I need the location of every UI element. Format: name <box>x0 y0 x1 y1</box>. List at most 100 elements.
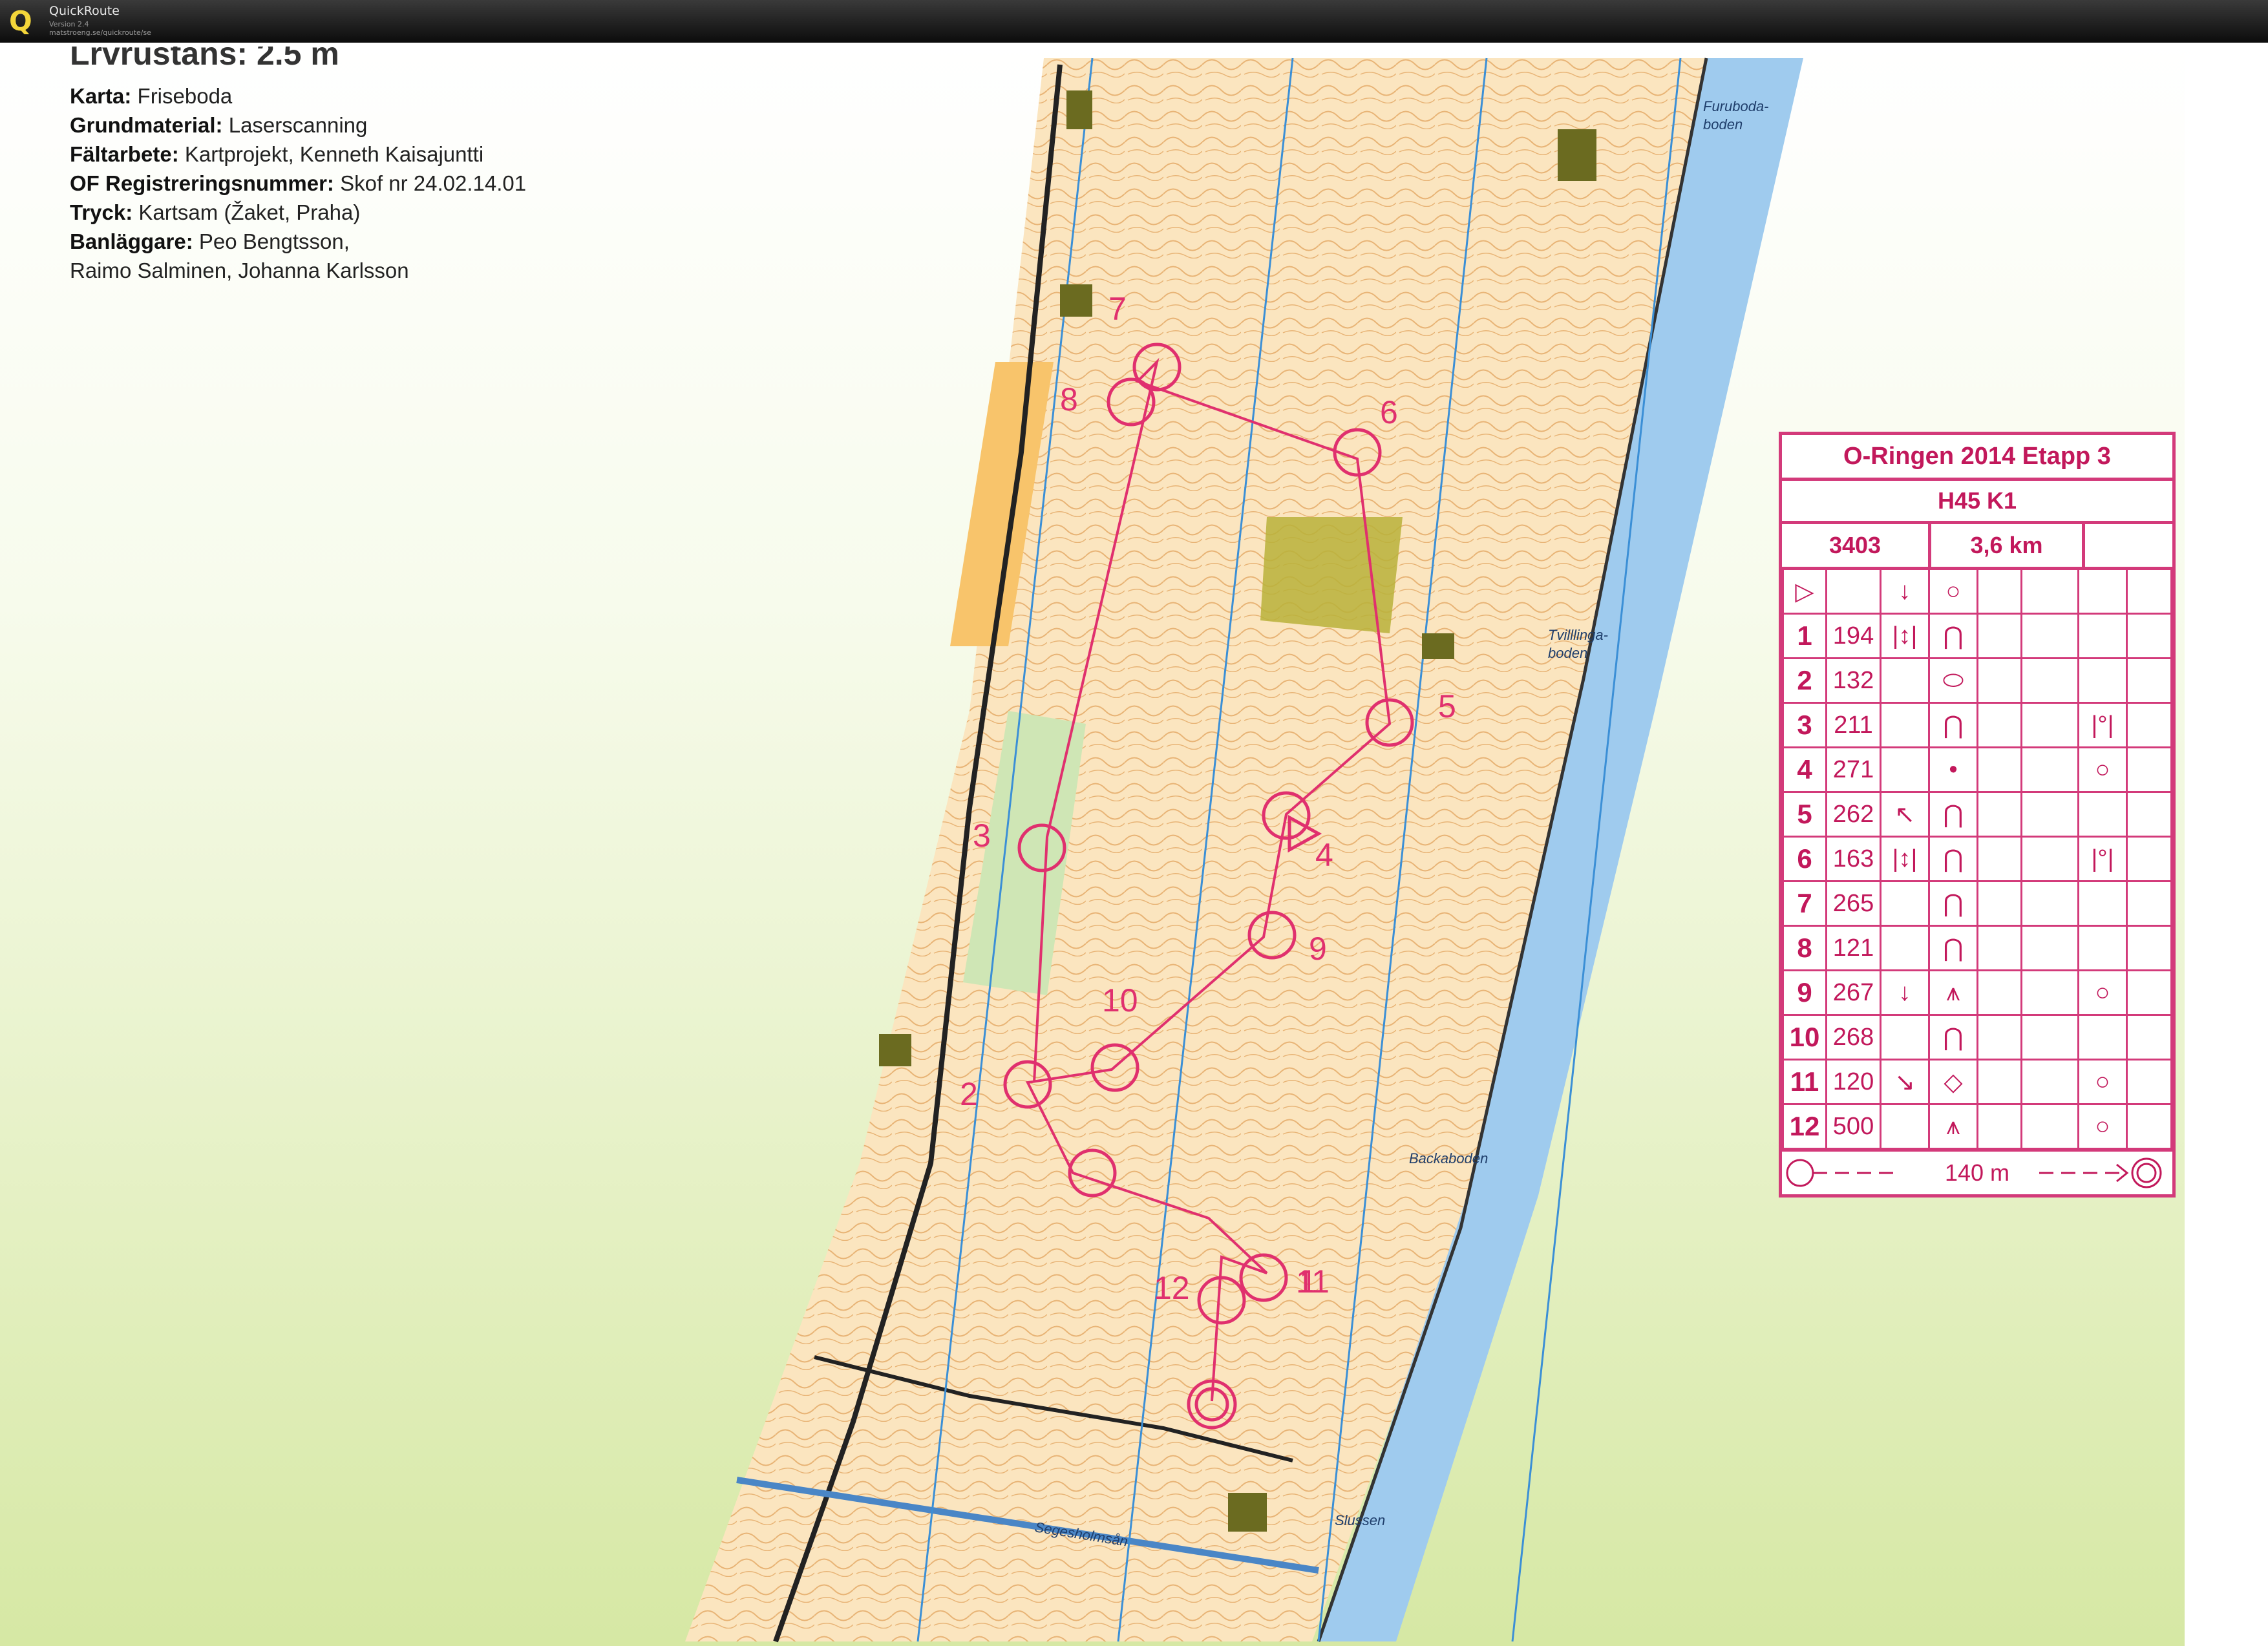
control-feature: ⩚ <box>1928 969 1978 1016</box>
dense-vegetation <box>1260 517 1403 633</box>
control-number: 5 <box>1782 791 1827 838</box>
control-feature: ⋂ <box>1928 791 1978 838</box>
control-row: 1 194 |↕| ⋂ <box>1782 613 2172 659</box>
control-number: 10 <box>1782 1014 1827 1060</box>
control-label-4: 4 <box>1315 837 1333 873</box>
info-row-banlaggare-cont: Raimo Salminen, Johanna Karlsson <box>70 256 526 285</box>
control-feature: • <box>1928 746 1978 793</box>
control-direction <box>1880 746 1930 793</box>
control-appearance <box>1977 1014 2022 1060</box>
info-key: Karta: <box>70 84 132 108</box>
info-key: Tryck: <box>70 200 133 224</box>
start-symbol-cell <box>2077 570 2128 615</box>
control-appearance <box>1977 657 2022 704</box>
control-location <box>2077 613 2128 659</box>
control-code: 500 <box>1825 1103 1881 1150</box>
control-dimension <box>2020 1103 2079 1150</box>
control-code: 163 <box>1825 836 1881 882</box>
control-row: 12 500 ⩚ ○ <box>1782 1103 2172 1150</box>
control-row: 10 268 ⋂ <box>1782 1014 2172 1060</box>
control-dimension <box>2020 657 2079 704</box>
course-header: 3403 3,6 km <box>1782 524 2172 570</box>
control-label-11: 11 <box>1296 1263 1330 1300</box>
info-value: Raimo Salminen, Johanna Karlsson <box>70 259 409 282</box>
place-slussen: Slussen <box>1335 1512 1385 1528</box>
info-row-faltarbete: Fältarbete: Kartprojekt, Kenneth Kaisaju… <box>70 140 526 169</box>
event-title: O-Ringen 2014 Etapp 3 <box>1782 435 2172 481</box>
control-appearance <box>1977 613 2022 659</box>
control-other <box>2126 657 2172 704</box>
control-row: 7 265 ⋂ <box>1782 880 2172 927</box>
control-label-8: 8 <box>1060 381 1078 417</box>
control-label-10: 10 <box>1102 982 1138 1018</box>
control-direction: |↕| <box>1880 836 1930 882</box>
control-other <box>2126 702 2172 748</box>
control-row: 11 120 ↘ ◇ ○ <box>1782 1059 2172 1105</box>
control-other <box>2126 925 2172 971</box>
control-code: 268 <box>1825 1014 1881 1060</box>
control-table: ▷ ↓ ○ 1 194 |↕| ⋂ 2 132 ⬭ 3 211 ⋂ |°| 4 271 • ○ 5 262 ↖ ⋂ 6 163… <box>1782 570 2172 1150</box>
finish-symbol-icon <box>1786 1157 2162 1188</box>
control-number: 12 <box>1782 1103 1827 1150</box>
control-appearance <box>1977 836 2022 882</box>
control-location: ○ <box>2077 746 2128 793</box>
control-row: 5 262 ↖ ⋂ <box>1782 791 2172 838</box>
place-furuboda: Furuboda- <box>1703 98 1769 114</box>
control-code: 132 <box>1825 657 1881 704</box>
control-number: 11 <box>1782 1059 1827 1105</box>
control-row: 8 121 ⋂ <box>1782 925 2172 971</box>
finish-row: 140 m <box>1782 1150 2172 1194</box>
control-other <box>2126 1103 2172 1150</box>
course-climb <box>2085 524 2172 567</box>
control-number: 1 <box>1782 613 1827 659</box>
control-feature: ⋂ <box>1928 880 1978 927</box>
control-location: ○ <box>2077 1103 2128 1150</box>
control-row: 4 271 • ○ <box>1782 746 2172 793</box>
control-appearance <box>1977 1059 2022 1105</box>
control-dimension <box>2020 746 2079 793</box>
control-dimension <box>2020 702 2079 748</box>
control-number: 3 <box>1782 702 1827 748</box>
control-label-6: 6 <box>1380 394 1398 430</box>
control-code: 121 <box>1825 925 1881 971</box>
control-appearance <box>1977 1103 2022 1150</box>
control-direction <box>1880 925 1930 971</box>
control-description-sheet: O-Ringen 2014 Etapp 3 H45 K1 3403 3,6 km… <box>1779 432 2176 1198</box>
control-appearance <box>1977 746 2022 793</box>
title-bar: Q QuickRoute Version 2.4 matstroeng.se/q… <box>0 0 2268 43</box>
control-label-7: 7 <box>1108 291 1127 327</box>
control-feature: ⋂ <box>1928 702 1978 748</box>
control-appearance <box>1977 925 2022 971</box>
info-key: Grundmaterial: <box>70 113 223 137</box>
control-dimension <box>2020 969 2079 1016</box>
control-code: 262 <box>1825 791 1881 838</box>
control-appearance <box>1977 791 2022 838</box>
app-url: matstroeng.se/quickroute/se <box>49 28 151 37</box>
info-row-registrering: OF Registreringsnummer: Skof nr 24.02.14… <box>70 169 526 198</box>
place-backaboden: Backaboden <box>1409 1150 1488 1166</box>
control-location <box>2077 1014 2128 1060</box>
control-feature: ⬭ <box>1928 657 1978 704</box>
control-code: 265 <box>1825 880 1881 927</box>
info-value: Kartsam (Žaket, Praha) <box>138 200 361 224</box>
control-code: 271 <box>1825 746 1881 793</box>
app-name: QuickRoute <box>49 4 120 18</box>
control-label-3: 3 <box>973 818 991 854</box>
control-other <box>2126 613 2172 659</box>
control-direction: |↕| <box>1880 613 1930 659</box>
quickroute-logo-icon: Q <box>9 5 32 37</box>
start-symbol-cell <box>2020 570 2079 615</box>
control-other <box>2126 969 2172 1016</box>
control-feature: ⋂ <box>1928 836 1978 882</box>
place-furuboda-2: boden <box>1703 116 1743 132</box>
course-number: 3403 <box>1782 524 1931 567</box>
control-feature: ⋂ <box>1928 1014 1978 1060</box>
control-appearance <box>1977 880 2022 927</box>
control-direction <box>1880 702 1930 748</box>
control-row: 9 267 ↓ ⩚ ○ <box>1782 969 2172 1016</box>
control-other <box>2126 746 2172 793</box>
control-number: 6 <box>1782 836 1827 882</box>
control-dimension <box>2020 613 2079 659</box>
control-row: 6 163 |↕| ⋂ |°| <box>1782 836 2172 882</box>
control-dimension <box>2020 1059 2079 1105</box>
